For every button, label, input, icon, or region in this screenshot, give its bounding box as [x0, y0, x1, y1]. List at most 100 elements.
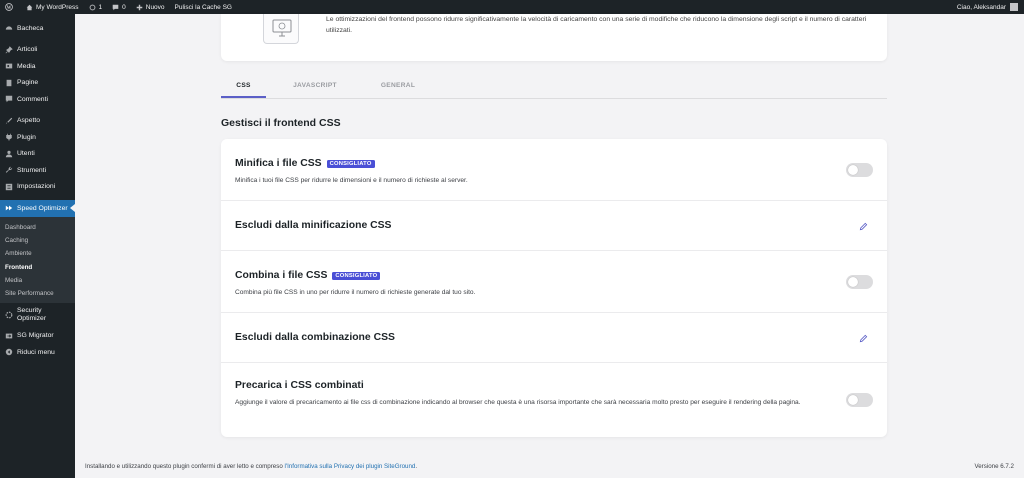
- site-name: My WordPress: [36, 3, 79, 11]
- sidebar-item-label: Pagine: [17, 79, 39, 87]
- comment-icon: [112, 4, 119, 10]
- user-icon: [5, 150, 13, 158]
- new-content-link[interactable]: Nuovo: [131, 0, 170, 14]
- version-label: Versione 6.7.2: [974, 463, 1014, 470]
- submenu-ambiente[interactable]: Ambiente: [0, 247, 75, 260]
- sidebar-item-label: Utenti: [17, 150, 35, 158]
- setting-description: Combina più file CSS in uno per ridurre …: [235, 289, 476, 296]
- preload-css-toggle[interactable]: [846, 393, 873, 407]
- tab-bar: CSS JAVASCRIPT GENERAL: [221, 74, 887, 99]
- admin-sidebar: Bacheca Articoli Media Pagine Commenti A…: [0, 14, 75, 478]
- speed-icon: [5, 204, 13, 212]
- setting-row-exclude-combine-css: Escludi dalla combinazione CSS: [221, 313, 887, 363]
- setting-title: Precarica i CSS combinati: [235, 380, 364, 391]
- submenu-media[interactable]: Media: [0, 274, 75, 287]
- minify-css-toggle[interactable]: [846, 163, 873, 177]
- comments-link[interactable]: 0: [107, 0, 131, 14]
- sidebar-item-label: Security Optimizer: [17, 307, 47, 323]
- main-content: Le ottimizzazioni del frontend possono r…: [75, 14, 1024, 478]
- purge-cache-label: Pulisci la Cache SG: [174, 3, 232, 11]
- migrator-icon: [5, 332, 13, 340]
- new-label: Nuovo: [145, 3, 165, 11]
- comment-icon: [5, 95, 13, 103]
- purge-cache-link[interactable]: Pulisci la Cache SG: [170, 0, 237, 14]
- setting-row-preload-css: Precarica i CSS combinati Aggiunge il va…: [221, 363, 887, 437]
- page-icon: [5, 79, 13, 87]
- pencil-icon[interactable]: [859, 334, 868, 343]
- sidebar-item-aspetto[interactable]: Aspetto: [0, 113, 75, 130]
- sidebar-item-label: Strumenti: [17, 166, 47, 174]
- setting-title: Minifica i file CSS: [235, 158, 322, 169]
- brush-icon: [5, 117, 13, 125]
- tab-javascript[interactable]: JAVASCRIPT: [281, 74, 349, 98]
- sidebar-item-bacheca[interactable]: Bacheca: [0, 20, 75, 37]
- wordpress-logo-icon[interactable]: W: [0, 0, 21, 14]
- sidebar-item-label: Articoli: [17, 46, 38, 54]
- setting-row-exclude-minify-css: Escludi dalla minificazione CSS: [221, 201, 887, 251]
- avatar: [1010, 3, 1018, 11]
- plugin-icon: [5, 133, 13, 141]
- sidebar-item-pagine[interactable]: Pagine: [0, 75, 75, 92]
- settings-card: Minifica i file CSS CONSIGLIATO Minifica…: [221, 139, 887, 437]
- sidebar-item-label: Media: [17, 62, 36, 70]
- setting-row-minify-css: Minifica i file CSS CONSIGLIATO Minifica…: [221, 139, 887, 201]
- sidebar-item-label: Bacheca: [17, 24, 44, 32]
- pencil-icon[interactable]: [859, 222, 868, 231]
- sidebar-item-label: Commenti: [17, 95, 48, 103]
- footer-text: Installando e utilizzando questo plugin …: [85, 463, 283, 470]
- sidebar-item-utenti[interactable]: Utenti: [0, 146, 75, 163]
- sidebar-item-label: Riduci menu: [17, 348, 55, 356]
- sidebar-item-strumenti[interactable]: Strumenti: [0, 162, 75, 179]
- setting-title: Escludi dalla combinazione CSS: [235, 332, 395, 343]
- sidebar-item-media[interactable]: Media: [0, 58, 75, 75]
- section-title: Gestisci il frontend CSS: [221, 117, 341, 129]
- admin-bar: W My WordPress 1 0 Nuovo Pulisci la Cach…: [0, 0, 1024, 14]
- speed-optimizer-submenu: Dashboard Caching Ambiente Frontend Medi…: [0, 216, 75, 304]
- sidebar-item-label: Speed Optimizer: [17, 204, 68, 212]
- sidebar-item-articoli[interactable]: Articoli: [0, 42, 75, 59]
- sidebar-item-security-optimizer[interactable]: Security Optimizer: [0, 303, 75, 327]
- sidebar-item-collapse-menu[interactable]: Riduci menu: [0, 344, 75, 361]
- sidebar-item-speed-optimizer[interactable]: Speed Optimizer: [0, 200, 75, 217]
- footer-end: .: [415, 463, 418, 470]
- footer-note: Installando e utilizzando questo plugin …: [85, 463, 417, 470]
- sidebar-item-impostazioni[interactable]: Impostazioni: [0, 179, 75, 196]
- submenu-caching[interactable]: Caching: [0, 234, 75, 247]
- privacy-link[interactable]: l'Informativa sulla Privacy dei plugin S…: [285, 463, 416, 470]
- submenu-site-performance[interactable]: Site Performance: [0, 287, 75, 300]
- wrench-icon: [5, 166, 13, 174]
- sidebar-item-commenti[interactable]: Commenti: [0, 91, 75, 108]
- pin-icon: [5, 46, 13, 54]
- intro-text: Le ottimizzazioni del frontend possono r…: [326, 16, 867, 34]
- comments-count: 0: [122, 3, 126, 11]
- refresh-icon: [89, 4, 95, 10]
- media-icon: [5, 62, 13, 70]
- setting-title: Escludi dalla minificazione CSS: [235, 220, 392, 231]
- site-name-link[interactable]: My WordPress: [21, 0, 84, 14]
- greeting: Ciao, Aleksandar: [956, 3, 1006, 11]
- setting-row-combine-css: Combina i file CSS CONSIGLIATO Combina p…: [221, 251, 887, 313]
- setting-description: Minifica i tuoi file CSS per ridurre le …: [235, 177, 468, 184]
- sidebar-item-label: Plugin: [17, 133, 36, 141]
- submenu-frontend[interactable]: Frontend: [0, 260, 75, 273]
- intro-card: Le ottimizzazioni del frontend possono r…: [221, 14, 887, 61]
- sidebar-item-label: SG Migrator: [17, 332, 54, 340]
- sidebar-item-sg-migrator[interactable]: SG Migrator: [0, 327, 75, 344]
- security-icon: [5, 311, 13, 319]
- setting-title: Combina i file CSS: [235, 270, 328, 281]
- submenu-dashboard[interactable]: Dashboard: [0, 221, 75, 234]
- account-menu[interactable]: Ciao, Aleksandar: [957, 3, 1024, 11]
- monitor-icon: [263, 14, 299, 44]
- svg-text:W: W: [7, 6, 12, 11]
- combine-css-toggle[interactable]: [846, 275, 873, 289]
- sidebar-item-plugin[interactable]: Plugin: [0, 129, 75, 146]
- sidebar-item-label: Impostazioni: [17, 183, 56, 191]
- tab-general[interactable]: GENERAL: [364, 74, 432, 98]
- tab-css[interactable]: CSS: [221, 74, 266, 98]
- setting-description: Aggiunge il valore di precaricamento ai …: [235, 399, 801, 406]
- home-icon: [26, 4, 33, 10]
- plus-icon: [136, 4, 143, 10]
- updates-count: 1: [98, 3, 103, 11]
- sidebar-item-label: Aspetto: [17, 117, 41, 125]
- updates-link[interactable]: 1: [84, 0, 108, 14]
